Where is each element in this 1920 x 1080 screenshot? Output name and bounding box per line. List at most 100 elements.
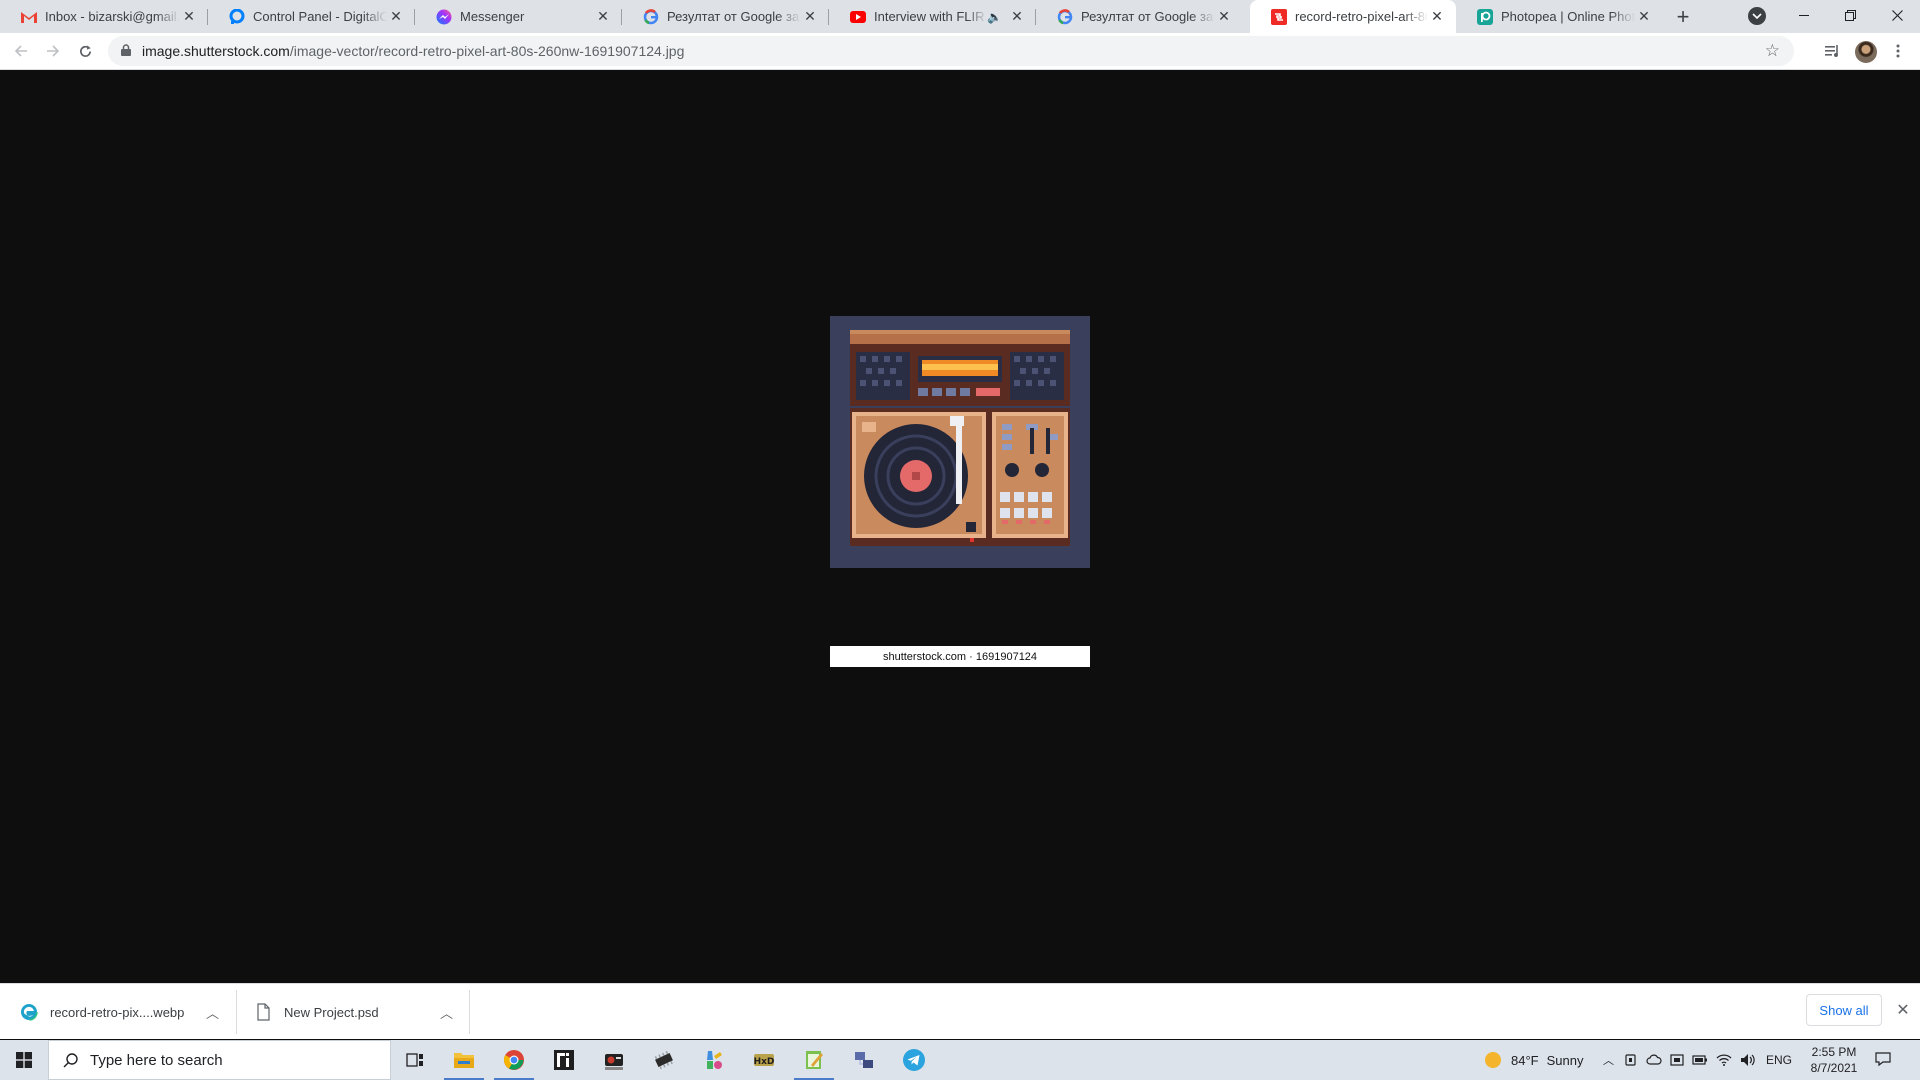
start-button[interactable] [0, 1040, 48, 1080]
file-explorer-app[interactable] [440, 1040, 488, 1080]
close-icon[interactable]: ✕ [387, 8, 405, 26]
close-icon[interactable]: ✕ [1635, 8, 1653, 26]
notification-app-icon[interactable] [1670, 1053, 1684, 1067]
tab-title: Photopea | Online Photo Ed [1501, 9, 1635, 24]
chevron-up-icon[interactable]: ︿ [206, 1003, 219, 1022]
chrome-menu-button[interactable] [1887, 40, 1909, 62]
task-view-icon [406, 1053, 423, 1067]
svg-text:HxD: HxD [754, 1057, 775, 1067]
tab-title: Interview with FLIR exp [874, 9, 987, 24]
tab-search-button[interactable] [1748, 7, 1766, 25]
tab-strip: Inbox - bizarski@gmail.com ✕ Control Pan… [0, 0, 1920, 33]
folder-icon [454, 1053, 474, 1068]
arrow-left-icon [14, 45, 27, 57]
tab-title: Control Panel - DigitalOcean [253, 9, 387, 24]
close-icon[interactable]: ✕ [801, 8, 819, 26]
windows-logo-icon [16, 1052, 32, 1068]
new-tab-button[interactable]: + [1670, 4, 1696, 30]
wifi-icon[interactable] [1716, 1054, 1732, 1066]
media-control-button[interactable] [1822, 40, 1844, 62]
notepad-icon [806, 1051, 823, 1069]
system-clock[interactable]: 2:55 PM 8/7/2021 [1800, 1044, 1868, 1076]
url-host: image.shutterstock.com [142, 43, 290, 59]
fi-app-icon [554, 1050, 574, 1070]
forward-button[interactable] [41, 39, 65, 63]
close-icon [1891, 9, 1903, 21]
tab-gmail[interactable]: Inbox - bizarski@gmail.com ✕ [0, 0, 208, 33]
notepad-app[interactable] [790, 1040, 838, 1080]
paint-app[interactable] [690, 1040, 738, 1080]
reload-icon [79, 44, 91, 57]
tab-title: Резултат от Google за изо [1081, 9, 1215, 24]
messenger-icon [436, 9, 452, 25]
telegram-app[interactable] [890, 1040, 938, 1080]
chrome-app[interactable] [490, 1040, 538, 1080]
tab-google-results-2[interactable]: Резултат от Google за изо ✕ [1036, 0, 1243, 33]
meet-now-icon[interactable] [1624, 1053, 1638, 1067]
url-text: image.shutterstock.com/image-vector/reco… [142, 43, 684, 59]
weather-temp: 84°F [1511, 1052, 1539, 1068]
pixel-art-illustration [830, 316, 1090, 568]
tab-photopea[interactable]: Photopea | Online Photo Ed ✕ [1456, 0, 1663, 33]
address-bar[interactable]: image.shutterstock.com/image-vector/reco… [108, 36, 1794, 66]
tab-youtube[interactable]: Interview with FLIR exp 🔈 ✕ [829, 0, 1036, 33]
fi-app[interactable] [540, 1040, 588, 1080]
media-queue-icon [1825, 45, 1838, 57]
chrome-icon [503, 1050, 524, 1070]
volume-icon[interactable] [1740, 1053, 1756, 1067]
chevron-up-icon[interactable]: ︿ [1603, 1052, 1614, 1068]
watermark-caption: shutterstock.com · 1691907124 [830, 646, 1090, 667]
hxd-app[interactable]: HxD [740, 1040, 788, 1080]
minimize-button[interactable] [1781, 0, 1827, 30]
download-shelf: record-retro-pix....webp ︿ New Project.p… [0, 983, 1920, 1039]
back-button[interactable] [9, 39, 33, 63]
close-icon[interactable]: ✕ [1893, 1000, 1913, 1020]
search-icon [63, 1052, 78, 1067]
close-window-button[interactable] [1874, 0, 1920, 30]
chip-app[interactable] [640, 1040, 688, 1080]
task-view-button[interactable] [391, 1040, 439, 1080]
tab-messenger[interactable]: Messenger ✕ [415, 0, 622, 33]
weather-widget[interactable]: 84°F Sunny [1485, 1040, 1583, 1080]
reload-button[interactable] [73, 39, 97, 63]
download-separator [236, 990, 237, 1034]
bookmark-star-icon[interactable]: ☆ [1765, 41, 1780, 61]
file-icon [257, 1003, 270, 1021]
flir-tools-app[interactable] [590, 1040, 638, 1080]
tab-shutterstock-active[interactable]: record-retro-pixel-art-80s ✕ [1250, 0, 1456, 33]
download-item-webp[interactable]: record-retro-pix....webp ︿ [20, 984, 230, 1040]
google-icon [1057, 8, 1073, 25]
retro-record-player-image[interactable] [830, 316, 1090, 568]
restore-button[interactable] [1827, 0, 1873, 30]
network-app[interactable] [840, 1040, 888, 1080]
clock-date: 8/7/2021 [1810, 1061, 1858, 1075]
download-item-psd[interactable]: New Project.psd ︿ [254, 984, 464, 1040]
show-all-downloads-button[interactable]: Show all [1806, 994, 1882, 1026]
flir-icon [605, 1054, 623, 1070]
language-indicator[interactable]: ENG [1766, 1053, 1792, 1067]
close-icon[interactable]: ✕ [1215, 8, 1233, 26]
close-icon[interactable]: ✕ [1428, 8, 1446, 26]
battery-icon[interactable] [1692, 1054, 1708, 1066]
speaker-icon[interactable]: 🔈 [987, 10, 1002, 24]
tab-title: Inbox - bizarski@gmail.com [45, 9, 180, 24]
lock-icon[interactable] [121, 44, 131, 56]
onedrive-cloud-icon[interactable] [1646, 1054, 1662, 1066]
google-icon [643, 8, 659, 25]
profile-avatar[interactable] [1855, 41, 1877, 63]
chevron-up-icon[interactable]: ︿ [440, 1003, 453, 1022]
close-icon[interactable]: ✕ [594, 8, 612, 26]
chevron-down-icon [1752, 13, 1762, 19]
tab-title: Messenger [460, 9, 525, 24]
digitalocean-icon [229, 8, 245, 25]
network-computers-icon [855, 1052, 873, 1068]
action-center-button[interactable] [1874, 1050, 1898, 1070]
taskbar-search-input[interactable]: Type here to search [48, 1040, 391, 1080]
tab-google-results-1[interactable]: Резултат от Google за изо ✕ [622, 0, 829, 33]
tab-digitalocean[interactable]: Control Panel - DigitalOcean ✕ [208, 0, 415, 33]
close-icon[interactable]: ✕ [180, 8, 198, 26]
search-placeholder: Type here to search [90, 1051, 223, 1069]
close-icon[interactable]: ✕ [1008, 8, 1026, 26]
telegram-icon [903, 1049, 925, 1071]
download-filename: record-retro-pix....webp [50, 1004, 185, 1020]
